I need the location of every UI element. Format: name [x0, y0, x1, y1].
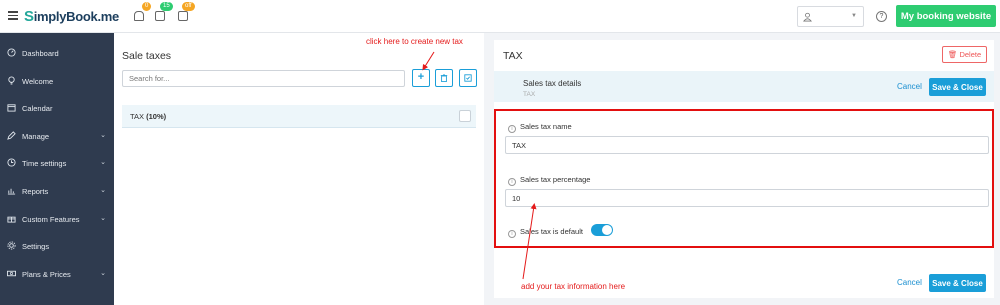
logo-text: implyBook [33, 9, 98, 24]
info-icon: i [508, 178, 516, 186]
chevron-down-icon: ⌄ [100, 187, 106, 194]
top-bar: SimplyBook.me 0 15 off ▼ ? My booking we… [0, 0, 1000, 33]
calendar-icon[interactable] [178, 11, 188, 21]
tax-default-label: i Sales tax is default [508, 227, 583, 238]
sidebar-item-manage[interactable]: Manage ⌄ [0, 126, 114, 146]
cancel-link-top[interactable]: Cancel [897, 82, 922, 91]
lightbulb-icon [8, 76, 15, 85]
details-title: Sales tax details [523, 79, 582, 88]
tax-list-item[interactable]: TAX (10%) [122, 105, 476, 128]
logo[interactable]: SimplyBook.me [24, 8, 119, 25]
checkbox-icon [464, 74, 472, 82]
money-icon [7, 270, 16, 277]
hamburger-icon[interactable] [8, 11, 18, 20]
info-icon: i [508, 125, 516, 133]
sidebar-item-label: Manage [22, 132, 50, 141]
tax-item-name: TAX [130, 112, 145, 121]
search-input[interactable] [122, 70, 405, 87]
notification-badge: 0 [142, 2, 152, 11]
trash-icon: 🗑 [947, 50, 958, 59]
tax-default-label-text: Sales tax is default [520, 227, 583, 236]
sidebar-item-label: Custom Features [22, 215, 80, 224]
help-icon[interactable]: ? [876, 11, 887, 22]
save-close-button-bottom[interactable]: Save & Close [929, 274, 986, 292]
sidebar-item-dashboard[interactable]: Dashboard [0, 43, 114, 63]
info-icon: i [508, 230, 516, 238]
sidebar-item-plans-prices[interactable]: Plans & Prices ⌄ [0, 264, 114, 284]
sidebar-item-calendar[interactable]: Calendar [0, 98, 114, 118]
trash-icon [440, 74, 448, 83]
tax-name-input[interactable] [505, 136, 989, 154]
chevron-down-icon: ⌄ [100, 270, 106, 277]
sidebar-item-time-settings[interactable]: Time settings ⌄ [0, 153, 114, 173]
tax-form: iSales tax name iSales tax percentage iS… [494, 109, 994, 248]
gift-icon [7, 216, 16, 223]
select-all-button[interactable] [459, 69, 477, 87]
chevron-down-icon: ⌄ [100, 132, 106, 139]
clock-icon [7, 158, 16, 167]
tax-item-rate: (10%) [146, 112, 167, 121]
delete-tax-button[interactable] [435, 69, 453, 87]
sidebar-item-reports[interactable]: Reports ⌄ [0, 181, 114, 201]
my-booking-website-button[interactable]: My booking website [896, 5, 996, 27]
bookings-badge: 15 [160, 2, 173, 11]
chevron-down-icon: ⌄ [100, 159, 106, 166]
sidebar-item-label: Reports [22, 187, 49, 196]
details-subtitle: TAX [523, 91, 536, 98]
sidebar-item-welcome[interactable]: Welcome [0, 71, 114, 91]
tax-name-label-text: Sales tax name [520, 122, 572, 131]
sidebar-item-settings[interactable]: Settings [0, 236, 114, 256]
logo-prefix: S [24, 8, 34, 25]
tax-name-label: i Sales tax name [508, 122, 572, 133]
chevron-down-icon: ⌄ [100, 215, 106, 222]
sidebar-item-custom-features[interactable]: Custom Features ⌄ [0, 209, 114, 229]
chart-icon [7, 188, 16, 195]
sidebar: Dashboard Welcome Calendar Manage ⌄ Time… [0, 33, 114, 305]
calendar-icon [7, 104, 16, 112]
detail-title: TAX [503, 50, 523, 62]
sidebar-item-label: Dashboard [22, 49, 59, 58]
cancel-link-bottom[interactable]: Cancel [897, 278, 922, 287]
tax-item-label: TAX (10%) [130, 112, 166, 121]
details-header: Sales tax details TAX Cancel Save & Clos… [494, 71, 994, 102]
annotation-create-hint: click here to create new tax [366, 37, 463, 46]
sidebar-item-label: Time settings [22, 159, 67, 168]
annotation-info-hint: add your tax information here [521, 282, 626, 291]
delete-label: Delete [959, 50, 982, 59]
dashboard-icon [7, 48, 16, 57]
pencil-icon [7, 131, 16, 140]
calendar-check-icon[interactable] [155, 11, 165, 21]
logo-suffix: .me [97, 9, 119, 24]
user-menu[interactable]: ▼ [797, 6, 864, 27]
tax-percentage-input[interactable] [505, 189, 989, 207]
tax-default-toggle[interactable] [591, 224, 613, 236]
chevron-down-icon: ▼ [851, 13, 857, 19]
save-close-button-top[interactable]: Save & Close [929, 78, 986, 96]
sale-taxes-panel: Sale taxes + TAX (10%) [114, 33, 484, 305]
tax-percentage-label-text: Sales tax percentage [520, 175, 591, 184]
user-icon [803, 12, 812, 22]
status-badge: off [182, 2, 195, 11]
sidebar-item-label: Settings [22, 242, 50, 251]
sidebar-item-label: Plans & Prices [22, 270, 71, 279]
delete-button[interactable]: 🗑 Delete [942, 46, 987, 63]
tax-detail-panel: TAX 🗑 Delete Sales tax details TAX Cance… [494, 40, 994, 298]
tax-item-checkbox[interactable] [459, 110, 471, 122]
toggle-knob [602, 225, 612, 235]
sidebar-item-label: Calendar [22, 104, 53, 113]
gear-icon [7, 241, 16, 250]
bell-icon[interactable] [134, 11, 144, 21]
page-title: Sale taxes [122, 50, 172, 62]
sidebar-item-label: Welcome [22, 77, 54, 86]
add-tax-button[interactable]: + [412, 69, 430, 87]
tax-percentage-label: i Sales tax percentage [508, 175, 590, 186]
